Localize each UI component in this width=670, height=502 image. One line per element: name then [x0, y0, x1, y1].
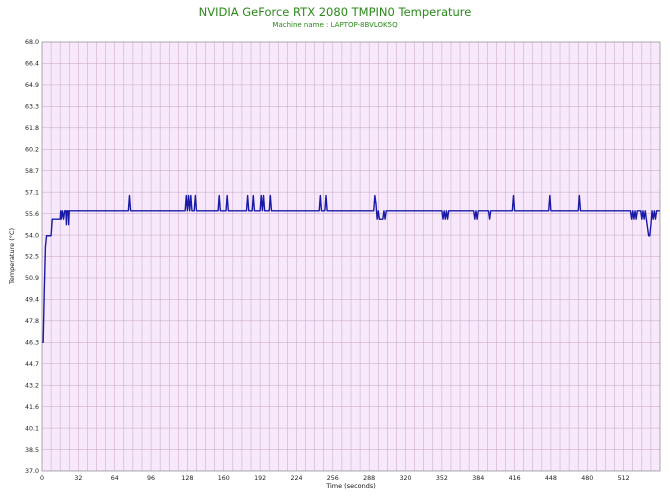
y-tick-label: 57.1 — [25, 189, 39, 196]
x-tick-label: 320 — [400, 475, 412, 482]
y-tick-label: 63.3 — [25, 104, 39, 111]
chart-subtitle: Machine name : LAPTOP-8BVLOK5Q — [272, 21, 398, 29]
x-tick-label: 416 — [509, 475, 521, 482]
chart-title: NVIDIA GeForce RTX 2080 TMPIN0 Temperatu… — [199, 5, 472, 19]
x-tick-label: 352 — [436, 475, 448, 482]
x-tick-label: 384 — [472, 475, 484, 482]
y-tick-label: 49.4 — [25, 297, 39, 304]
x-tick-label: 480 — [581, 475, 593, 482]
temperature-chart: NVIDIA GeForce RTX 2080 TMPIN0 Temperatu… — [8, 5, 661, 490]
x-axis-tick-labels: 0 32 64 96 128 160 192 224 256 288 320 352 384 416 448… — [40, 475, 630, 482]
x-tick-label: 224 — [290, 475, 302, 482]
y-tick-label: 54.0 — [25, 232, 39, 239]
x-tick-label: 192 — [254, 475, 266, 482]
x-tick-label: 448 — [545, 475, 557, 482]
y-tick-label: 38.5 — [25, 447, 39, 454]
x-tick-label: 128 — [181, 475, 193, 482]
y-tick-label: 44.7 — [25, 361, 39, 368]
y-tick-label: 40.1 — [25, 425, 39, 432]
y-tick-label: 60.2 — [25, 146, 39, 153]
y-axis-label: Temperature (°C) — [8, 228, 16, 285]
y-tick-label: 64.9 — [25, 82, 39, 89]
x-tick-label: 512 — [618, 475, 630, 482]
x-tick-label: 288 — [363, 475, 375, 482]
x-tick-label: 160 — [218, 475, 230, 482]
y-tick-label: 41.6 — [25, 404, 39, 411]
x-axis-label: Time (seconds) — [325, 482, 376, 490]
y-tick-label: 61.8 — [25, 125, 39, 132]
x-tick-label: 96 — [147, 475, 155, 482]
y-tick-label: 43.2 — [25, 382, 39, 389]
y-tick-label: 58.7 — [25, 168, 39, 175]
y-axis-tick-labels: 37.0 38.5 40.1 41.6 43.2 44.7 46.3 47.8 49.4 50.9… — [25, 39, 39, 475]
x-tick-label: 32 — [74, 475, 82, 482]
x-tick-label: 0 — [40, 475, 44, 482]
x-tick-label: 64 — [111, 475, 119, 482]
y-tick-label: 50.9 — [25, 275, 39, 282]
y-tick-label: 47.8 — [25, 318, 39, 325]
y-tick-label: 46.3 — [25, 340, 39, 347]
y-tick-label: 55.6 — [25, 211, 39, 218]
y-tick-label: 68.0 — [25, 39, 39, 46]
y-tick-label: 52.5 — [25, 254, 39, 261]
y-tick-label: 66.4 — [25, 61, 39, 68]
x-tick-label: 256 — [327, 475, 339, 482]
y-tick-label: 37.0 — [25, 468, 39, 475]
